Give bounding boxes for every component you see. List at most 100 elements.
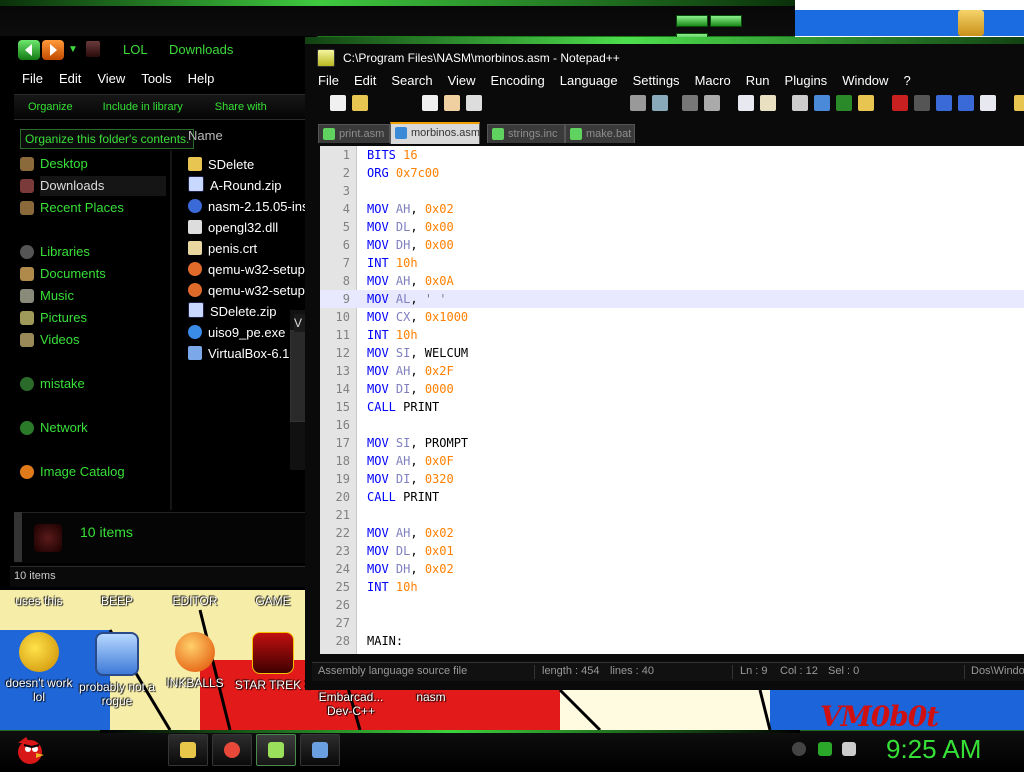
list-item[interactable]: uiso9_pe.exe xyxy=(188,323,285,343)
nav-item-image-catalog[interactable]: Image Catalog xyxy=(20,462,125,482)
code-line[interactable]: 7 INT 10h xyxy=(320,254,1024,272)
menu-file[interactable]: File xyxy=(318,73,339,88)
folder-icon[interactable] xyxy=(958,10,984,36)
desktop-icon[interactable]: nasm xyxy=(390,690,472,704)
show-hidden-icons-icon[interactable] xyxy=(792,742,806,756)
pane-splitter[interactable] xyxy=(170,150,172,510)
menu-file[interactable]: File xyxy=(22,71,43,86)
list-item[interactable]: qemu-w32-setup xyxy=(188,281,305,301)
zoom-in-icon[interactable] xyxy=(682,95,698,111)
menu-language[interactable]: Language xyxy=(560,73,618,88)
open-file-icon[interactable] xyxy=(352,95,368,111)
menu-encoding[interactable]: Encoding xyxy=(491,73,545,88)
record-macro-icon[interactable] xyxy=(892,95,908,111)
menu-run[interactable]: Run xyxy=(746,73,770,88)
save-macro-icon[interactable] xyxy=(980,95,996,111)
print-icon[interactable] xyxy=(466,95,482,111)
code-line[interactable]: 20 CALL PRINT xyxy=(320,488,1024,506)
tab-morbinos-asm[interactable]: morbinos.asm xyxy=(390,122,480,144)
taskbar-clock[interactable]: 9:25 AM xyxy=(886,734,981,765)
code-line[interactable]: 13 MOV AH, 0x2F xyxy=(320,362,1024,380)
run-macro-multiple-icon[interactable] xyxy=(958,95,974,111)
nav-item-downloads[interactable]: Downloads xyxy=(20,176,166,196)
desktop-icon[interactable]: BEEP xyxy=(76,594,158,608)
taskbar-virtualbox-button[interactable] xyxy=(300,734,340,766)
code-line[interactable]: 27 xyxy=(320,614,1024,632)
code-line[interactable]: 10 MOV CX, 0x1000 xyxy=(320,308,1024,326)
notepad-plus-plus-icon[interactable] xyxy=(317,49,335,67)
nav-item-videos[interactable]: Videos xyxy=(20,330,80,350)
minimize-button[interactable] xyxy=(676,15,708,27)
back-button[interactable] xyxy=(18,40,40,60)
close-all-icon[interactable] xyxy=(444,95,460,111)
nav-item-desktop[interactable]: Desktop xyxy=(20,154,88,174)
forward-button[interactable] xyxy=(42,40,64,60)
list-item[interactable]: SDelete.zip xyxy=(188,302,276,322)
menu-edit[interactable]: Edit xyxy=(354,73,376,88)
menu-search[interactable]: Search xyxy=(391,73,432,88)
code-line[interactable]: 21 xyxy=(320,506,1024,524)
desktop-icon[interactable]: STAR TREK 3 xyxy=(232,632,314,692)
list-item[interactable]: nasm-2.15.05-ins xyxy=(188,197,306,217)
menu-macro[interactable]: Macro xyxy=(695,73,731,88)
menu-plugins[interactable]: Plugins xyxy=(785,73,828,88)
list-item[interactable]: SDelete xyxy=(188,155,254,175)
code-line[interactable]: 22 MOV AH, 0x02 xyxy=(320,524,1024,542)
stop-recording-icon[interactable] xyxy=(914,95,930,111)
code-line[interactable]: 14 MOV DI, 0000 xyxy=(320,380,1024,398)
find-icon[interactable] xyxy=(630,95,646,111)
volume-icon[interactable] xyxy=(842,742,856,756)
nav-item-network[interactable]: Network xyxy=(20,418,88,438)
code-line[interactable]: 28 MAIN: xyxy=(320,632,1024,650)
share-with-button[interactable]: Share with xyxy=(215,95,267,119)
code-line[interactable]: 6 MOV DH, 0x00 xyxy=(320,236,1024,254)
code-line[interactable]: 26 xyxy=(320,596,1024,614)
menu-settings[interactable]: Settings xyxy=(633,73,680,88)
menu-window[interactable]: Window xyxy=(842,73,888,88)
code-line[interactable]: 4 MOV AH, 0x02 xyxy=(320,200,1024,218)
toolbar-overflow-icon[interactable] xyxy=(1014,95,1024,111)
code-line[interactable]: 17 MOV SI, PROMPT xyxy=(320,434,1024,452)
desktop-icon[interactable]: uses this xyxy=(0,594,80,608)
recent-pages-chevron-icon[interactable]: ▼ xyxy=(68,44,78,55)
close-file-icon[interactable] xyxy=(422,95,438,111)
nav-item-recent-places[interactable]: Recent Places xyxy=(20,198,124,218)
code-line[interactable]: 12 MOV SI, WELCUM xyxy=(320,344,1024,362)
code-line[interactable]: 9 MOV AL, ' ' xyxy=(320,290,1024,308)
code-line[interactable]: 5 MOV DL, 0x00 xyxy=(320,218,1024,236)
taskbar-notepad-plus-plus-button[interactable] xyxy=(256,734,296,766)
desktop-icon[interactable]: INKBALLS xyxy=(154,632,236,690)
menu-edit[interactable]: Edit xyxy=(59,71,81,86)
nav-item-homegroup[interactable]: mistake xyxy=(20,374,85,394)
code-line[interactable]: 18 MOV AH, 0x0F xyxy=(320,452,1024,470)
window-controls[interactable] xyxy=(676,14,776,45)
code-editor[interactable]: 1 BITS 16 2 ORG 0x7c00 3 4 MOV AH, 0x02 5 MOV DL… xyxy=(320,146,1024,654)
nav-item-pictures[interactable]: Pictures xyxy=(20,308,87,328)
menu-view[interactable]: View xyxy=(97,71,125,86)
code-line[interactable]: 16 xyxy=(320,416,1024,434)
include-in-library-button[interactable]: Include in library xyxy=(103,95,183,119)
desktop-icon[interactable]: GAME xyxy=(232,594,314,608)
list-item[interactable]: penis.crt xyxy=(188,239,257,259)
name-column-header[interactable]: Name xyxy=(188,128,223,143)
menu-help[interactable]: Help xyxy=(188,71,215,86)
start-button[interactable] xyxy=(8,733,48,767)
desktop-icon[interactable]: probably not a rogue xyxy=(76,632,158,708)
nav-item-music[interactable]: Music xyxy=(20,286,74,306)
play-macro-icon[interactable] xyxy=(936,95,952,111)
menu-help[interactable]: ? xyxy=(903,73,910,88)
code-line[interactable]: 15 CALL PRINT xyxy=(320,398,1024,416)
tab-make-bat[interactable]: make.bat xyxy=(565,124,635,143)
list-item[interactable]: opengl32.dll xyxy=(188,218,278,238)
nav-item-libraries[interactable]: Libraries xyxy=(20,242,90,262)
menu-tools[interactable]: Tools xyxy=(141,71,171,86)
zoom-out-icon[interactable] xyxy=(704,95,720,111)
new-file-icon[interactable] xyxy=(330,95,346,111)
sync-vertical-icon[interactable] xyxy=(738,95,754,111)
breadcrumb-item[interactable]: LOL xyxy=(123,42,148,57)
code-line[interactable]: 24 MOV DH, 0x02 xyxy=(320,560,1024,578)
word-wrap-icon[interactable] xyxy=(792,95,808,111)
taskbar-explorer-button[interactable] xyxy=(168,734,208,766)
menu-view[interactable]: View xyxy=(448,73,476,88)
list-item[interactable]: qemu-w32-setup xyxy=(188,260,305,280)
